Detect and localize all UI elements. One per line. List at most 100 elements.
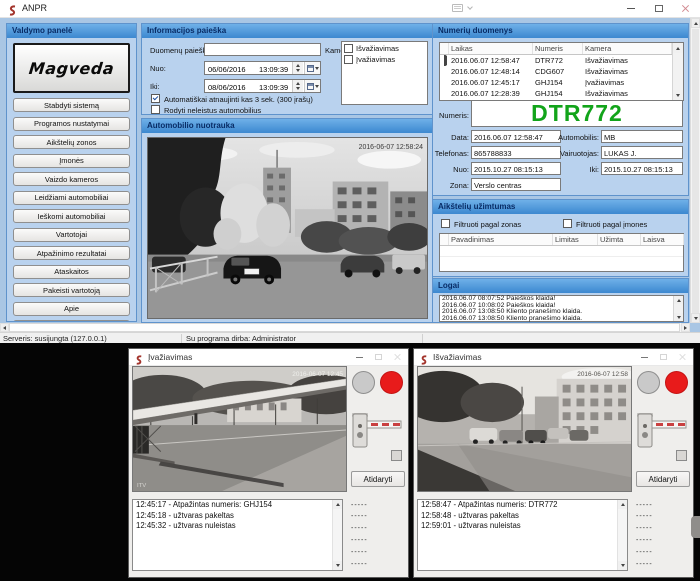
col-limit[interactable]: Limitas — [553, 234, 598, 245]
minimize-button[interactable] — [350, 349, 368, 365]
col-camera[interactable]: Kamera — [583, 43, 672, 54]
scroll-down-button[interactable] — [618, 561, 627, 570]
scroll-down-button[interactable] — [691, 313, 700, 323]
exit-window-title: Išvažiavimas — [433, 352, 482, 362]
col-free[interactable]: Laisva — [641, 234, 684, 245]
col-time[interactable]: Laikas — [449, 43, 533, 54]
scroll-up-button[interactable] — [618, 500, 627, 509]
scroll-up-button[interactable] — [333, 500, 342, 509]
show-denied-checkbox[interactable] — [151, 105, 160, 114]
col-taken[interactable]: Užimta — [598, 234, 641, 245]
to-calendar-button[interactable] — [304, 80, 320, 92]
close-button[interactable] — [388, 349, 406, 365]
scrollbar-thumb[interactable] — [692, 29, 699, 319]
minimize-button[interactable] — [635, 349, 653, 365]
filter-companies-checkbox[interactable] — [563, 219, 572, 228]
open-barrier-button[interactable]: Atidaryti — [351, 471, 405, 487]
plate-table-scrollbar[interactable] — [672, 43, 683, 100]
col-plate[interactable]: Numeris — [533, 43, 583, 54]
table-row[interactable]: 2016.06.07 12:45:17 GHJ154 Įvažiavimas — [440, 77, 683, 88]
exit-log-scrollbar[interactable] — [617, 500, 627, 570]
sidebar-button-partial[interactable] — [13, 320, 130, 322]
col-name[interactable]: Pavadinimas — [449, 234, 553, 245]
main-horizontal-scrollbar[interactable] — [0, 323, 690, 332]
table-row[interactable]: 2016.06.07 12:58:47 DTR772 Išvažiavimas — [440, 55, 683, 66]
scroll-up-button[interactable] — [691, 18, 700, 28]
sidebar-button-reports[interactable]: Ataskaitos — [13, 265, 130, 279]
sidebar-button-stop-system[interactable]: Stabdyti sistemą — [13, 98, 130, 112]
log-listbox[interactable]: 2016.06.07 08:07:52 Paieškos klaida! 201… — [439, 295, 684, 322]
checkbox-exit[interactable] — [344, 44, 353, 53]
from-label: Nuo: — [150, 64, 166, 73]
phone-value[interactable]: 865788833 — [471, 146, 561, 159]
table-row[interactable]: 2016.06.07 12:48:14 CDG607 Išvažiavimas — [440, 66, 683, 77]
exit-titlebar[interactable]: Išvažiavimas — [414, 349, 693, 366]
auto-refresh-checkbox[interactable] — [151, 94, 160, 103]
camera-option-exit[interactable]: Išvažiavimas — [342, 42, 427, 53]
maximize-icon — [660, 354, 667, 360]
from-calendar-button[interactable] — [304, 62, 320, 74]
main-vertical-scrollbar[interactable] — [690, 18, 700, 323]
sidebar-button-wanted-cars[interactable]: Ieškomi automobiliai — [13, 209, 130, 223]
maximize-button[interactable] — [654, 349, 672, 365]
minimize-button[interactable] — [618, 0, 644, 17]
driver-value[interactable]: LUKAS J. — [601, 146, 683, 159]
sidebar-button-companies[interactable]: Įmonės — [13, 154, 130, 168]
sidebar-button-users[interactable]: Vartotojai — [13, 228, 130, 242]
sidebar-button-settings[interactable]: Programos nustatymai — [13, 117, 130, 131]
entry-log-scrollbar[interactable] — [332, 500, 342, 570]
scroll-left-button[interactable] — [0, 323, 9, 332]
main-titlebar[interactable]: ANPR — [0, 0, 700, 18]
cell-time: 2016.06.07 12:58:47 — [449, 55, 533, 66]
maximize-button[interactable] — [646, 0, 672, 17]
sidebar-button-video-cameras[interactable]: Vaizdo kameros — [13, 172, 130, 186]
search-input[interactable] — [204, 43, 321, 56]
close-button[interactable] — [672, 0, 698, 17]
scroll-down-button[interactable] — [674, 313, 683, 321]
checkbox-entry[interactable] — [344, 55, 353, 64]
close-button[interactable] — [673, 349, 691, 365]
from-datetime-picker[interactable]: 06/06/2016 13:09:39 — [204, 61, 321, 75]
minimize-icon — [356, 357, 363, 358]
entry-event-log[interactable]: 12:45:17 - Atpažintas numeris: GHJ154 12… — [132, 499, 343, 571]
from-time-stepper[interactable] — [292, 62, 303, 74]
barrier-checkbox[interactable] — [676, 450, 687, 461]
scroll-down-button[interactable] — [673, 90, 683, 100]
sidebar-button-parking-zones[interactable]: Aikštelių zonos — [13, 135, 130, 149]
sidebar-button-change-user[interactable]: Pakeisti vartotoją — [13, 283, 130, 297]
barrier-checkbox[interactable] — [391, 450, 402, 461]
plate-table[interactable]: Laikas Numeris Kamera 2016.06.07 12:58:4… — [439, 42, 684, 101]
placeholder-dashes: ----- — [636, 525, 653, 532]
camera-filter-listbox[interactable]: Išvažiavimas Įvažiavimas — [341, 41, 428, 105]
to-datetime-picker[interactable]: 08/06/2016 13:09:39 — [204, 79, 321, 93]
zone-value[interactable]: Verslo centras — [471, 178, 561, 191]
scrollbar-thumb[interactable] — [9, 323, 680, 332]
data-value[interactable]: 2016.06.07 12:58:47 — [471, 130, 561, 143]
entry-titlebar[interactable]: Įvažiavimas — [129, 349, 408, 366]
open-barrier-button[interactable]: Atidaryti — [636, 471, 690, 487]
scroll-down-button[interactable] — [333, 561, 342, 570]
filter-zones-checkbox[interactable] — [441, 219, 450, 228]
sidebar-button-about[interactable]: Apie — [13, 302, 130, 316]
spin-down-icon — [296, 69, 300, 72]
scroll-up-button[interactable] — [674, 296, 683, 304]
occupancy-table-header[interactable]: Pavadinimas Limitas Užimta Laisva — [440, 234, 683, 246]
control-panel-header: Valdymo panelė — [7, 24, 136, 38]
keyboard-icon — [452, 4, 463, 12]
camera-option-entry[interactable]: Įvažiavimas — [342, 53, 427, 64]
plate-table-header[interactable]: Laikas Numeris Kamera — [440, 43, 683, 55]
occupancy-table[interactable]: Pavadinimas Limitas Užimta Laisva — [439, 233, 684, 272]
scroll-right-button[interactable] — [681, 323, 690, 332]
exit-event-log[interactable]: 12:58:47 - Atpažintas numeris: DTR772 12… — [417, 499, 628, 571]
valid-from-value[interactable]: 2015.10.27 08:15:13 — [471, 162, 561, 175]
log-scrollbar[interactable] — [673, 296, 683, 321]
valid-to-value[interactable]: 2015.10.27 08:15:13 — [601, 162, 683, 175]
table-row[interactable]: 2016.06.07 12:28:39 GHJ154 Išvažiavimas — [440, 88, 683, 99]
maximize-button[interactable] — [369, 349, 387, 365]
sidebar-button-allowed-cars[interactable]: Leidžiami automobiliai — [13, 191, 130, 205]
logs-header: Logai — [433, 279, 688, 293]
car-value[interactable]: MB — [601, 130, 683, 143]
sidebar-button-recognition-results[interactable]: Atpažinimo rezultatai — [13, 246, 130, 260]
to-time-stepper[interactable] — [292, 80, 303, 92]
scroll-up-button[interactable] — [673, 43, 683, 53]
